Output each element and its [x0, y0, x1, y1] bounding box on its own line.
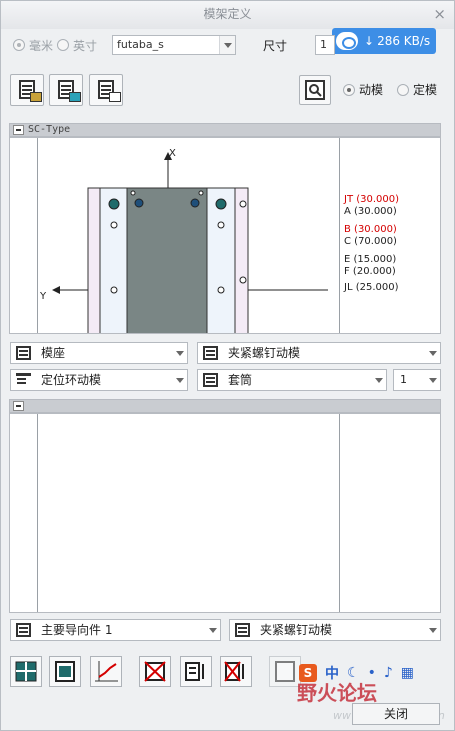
size-value: 1 [320, 38, 327, 51]
top-panel-header[interactable]: SC-Type [9, 123, 441, 137]
sleeve-icon [203, 373, 218, 387]
plate-icon [275, 661, 295, 682]
close-button[interactable]: 关闭 [352, 703, 440, 725]
divider [339, 414, 340, 612]
sleeve-count-value: 1 [400, 373, 407, 386]
legend-a[interactable]: A (30.000) [344, 206, 399, 218]
download-arrow-icon: ↓ [364, 34, 375, 48]
chevron-down-icon [425, 343, 440, 363]
mold-section-drawing [52, 152, 328, 333]
dimension-legend: JT (30.000) A (30.000) B (30.000) C (70.… [344, 194, 399, 294]
vendor-value: futaba_s [117, 38, 164, 51]
chevron-down-icon [172, 343, 187, 363]
legend-jl[interactable]: JL (25.000) [344, 282, 399, 294]
legend-e[interactable]: E (15.000) [344, 254, 399, 266]
keyboard-icon[interactable]: ▦ [401, 665, 414, 681]
open-folder-icon [19, 80, 42, 102]
legend-b[interactable]: B (30.000) [344, 224, 399, 236]
locating-ring-dropdown[interactable]: 定位环动模 [10, 369, 188, 391]
close-icon[interactable]: × [433, 1, 446, 27]
locating-ring-value: 定位环动模 [41, 373, 102, 387]
base-value: 模座 [41, 346, 66, 360]
screw-icon [235, 623, 250, 637]
bottom-panel-header[interactable] [9, 399, 441, 413]
y-axis-label: Y [40, 291, 47, 302]
sleeve-dropdown[interactable]: 套筒 [197, 369, 387, 391]
save-icon [58, 80, 81, 102]
plate-button[interactable] [49, 656, 81, 687]
copy-icon [98, 80, 121, 102]
clamp-screw-2-value: 夹紧螺钉动模 [260, 623, 333, 637]
delete-all-icon [224, 661, 244, 682]
top-panel-title: SC-Type [28, 124, 71, 135]
inch-radio[interactable] [57, 39, 70, 51]
delete-plate-button[interactable] [139, 656, 171, 687]
clamp-screw-value: 夹紧螺钉动模 [228, 346, 301, 360]
fixed-half-label: 定模 [413, 83, 438, 97]
size-label: 尺寸 [263, 39, 288, 53]
collapse-icon[interactable] [13, 125, 24, 135]
locating-ring-icon [16, 373, 31, 387]
size-combo[interactable]: 1 [315, 35, 335, 55]
reorder-icon [185, 662, 204, 681]
preview-button[interactable] [299, 75, 331, 105]
title-bar[interactable]: 模架定义 × [1, 1, 454, 29]
vendor-combo[interactable]: futaba_s [112, 35, 236, 55]
component-preview-canvas[interactable] [9, 413, 441, 613]
layout-button[interactable] [10, 656, 42, 687]
base-dropdown[interactable]: 模座 [10, 342, 188, 364]
download-speed-widget[interactable]: ↓ 286 KB/s [332, 28, 436, 54]
guide-value: 主要导向件 1 [41, 623, 113, 637]
divider [37, 414, 38, 612]
reorder-plate-button[interactable] [180, 656, 212, 687]
chevron-down-icon [371, 370, 386, 390]
guide-dropdown[interactable]: 主要导向件 1 [10, 619, 221, 641]
plate-icon [55, 661, 75, 682]
mold-base-icon [16, 346, 31, 360]
mic-icon[interactable]: ♪ [384, 665, 393, 681]
cloud-icon [336, 32, 358, 50]
legend-f[interactable]: F (20.000) [344, 266, 399, 278]
sleeve-count-dropdown[interactable]: 1 [393, 369, 441, 391]
window-title: 模架定义 [203, 7, 252, 21]
mold-base-dialog: 模架定义 × ↓ 286 KB/s 毫米 英寸 futaba_s 尺寸 1 动模… [0, 0, 455, 731]
units-selector: 毫米 英寸 [13, 35, 101, 55]
chevron-down-icon [425, 620, 440, 640]
collapse-icon[interactable] [13, 401, 24, 411]
clamp-screw-dropdown[interactable]: 夹紧螺钉动模 [197, 342, 441, 364]
copy-button[interactable] [89, 74, 123, 106]
mm-radio[interactable] [13, 39, 25, 51]
inch-label: 英寸 [73, 38, 98, 53]
grid-icon [15, 661, 37, 682]
legend-jt[interactable]: JT (30.000) [344, 194, 399, 206]
fixed-half-radio[interactable] [397, 83, 410, 96]
chevron-down-icon [425, 370, 440, 390]
delete-all-button[interactable] [220, 656, 252, 687]
open-button[interactable] [10, 74, 44, 106]
chevron-down-icon [205, 620, 220, 640]
chevron-down-icon [219, 36, 235, 54]
screw-icon [203, 346, 218, 360]
save-button[interactable] [49, 74, 83, 106]
clamp-screw-dropdown-2[interactable]: 夹紧螺钉动模 [229, 619, 441, 641]
moving-half-label: 动模 [359, 83, 384, 97]
mode-selector: 动模 定模 [343, 81, 441, 98]
dimension-chart-icon [95, 661, 118, 682]
moving-half-radio[interactable] [343, 83, 355, 96]
magnifier-icon [305, 80, 325, 100]
mm-label: 毫米 [29, 38, 54, 53]
guide-pin-icon [16, 623, 31, 637]
delete-icon [144, 661, 166, 682]
x-axis-label: X [169, 148, 176, 159]
watermark-logo: 野火论坛 [297, 681, 377, 705]
dimension-button[interactable] [90, 656, 122, 687]
download-speed: 286 KB/s [377, 34, 431, 48]
legend-c[interactable]: C (70.000) [344, 236, 399, 248]
sleeve-value: 套筒 [228, 373, 253, 387]
chevron-down-icon [172, 370, 187, 390]
